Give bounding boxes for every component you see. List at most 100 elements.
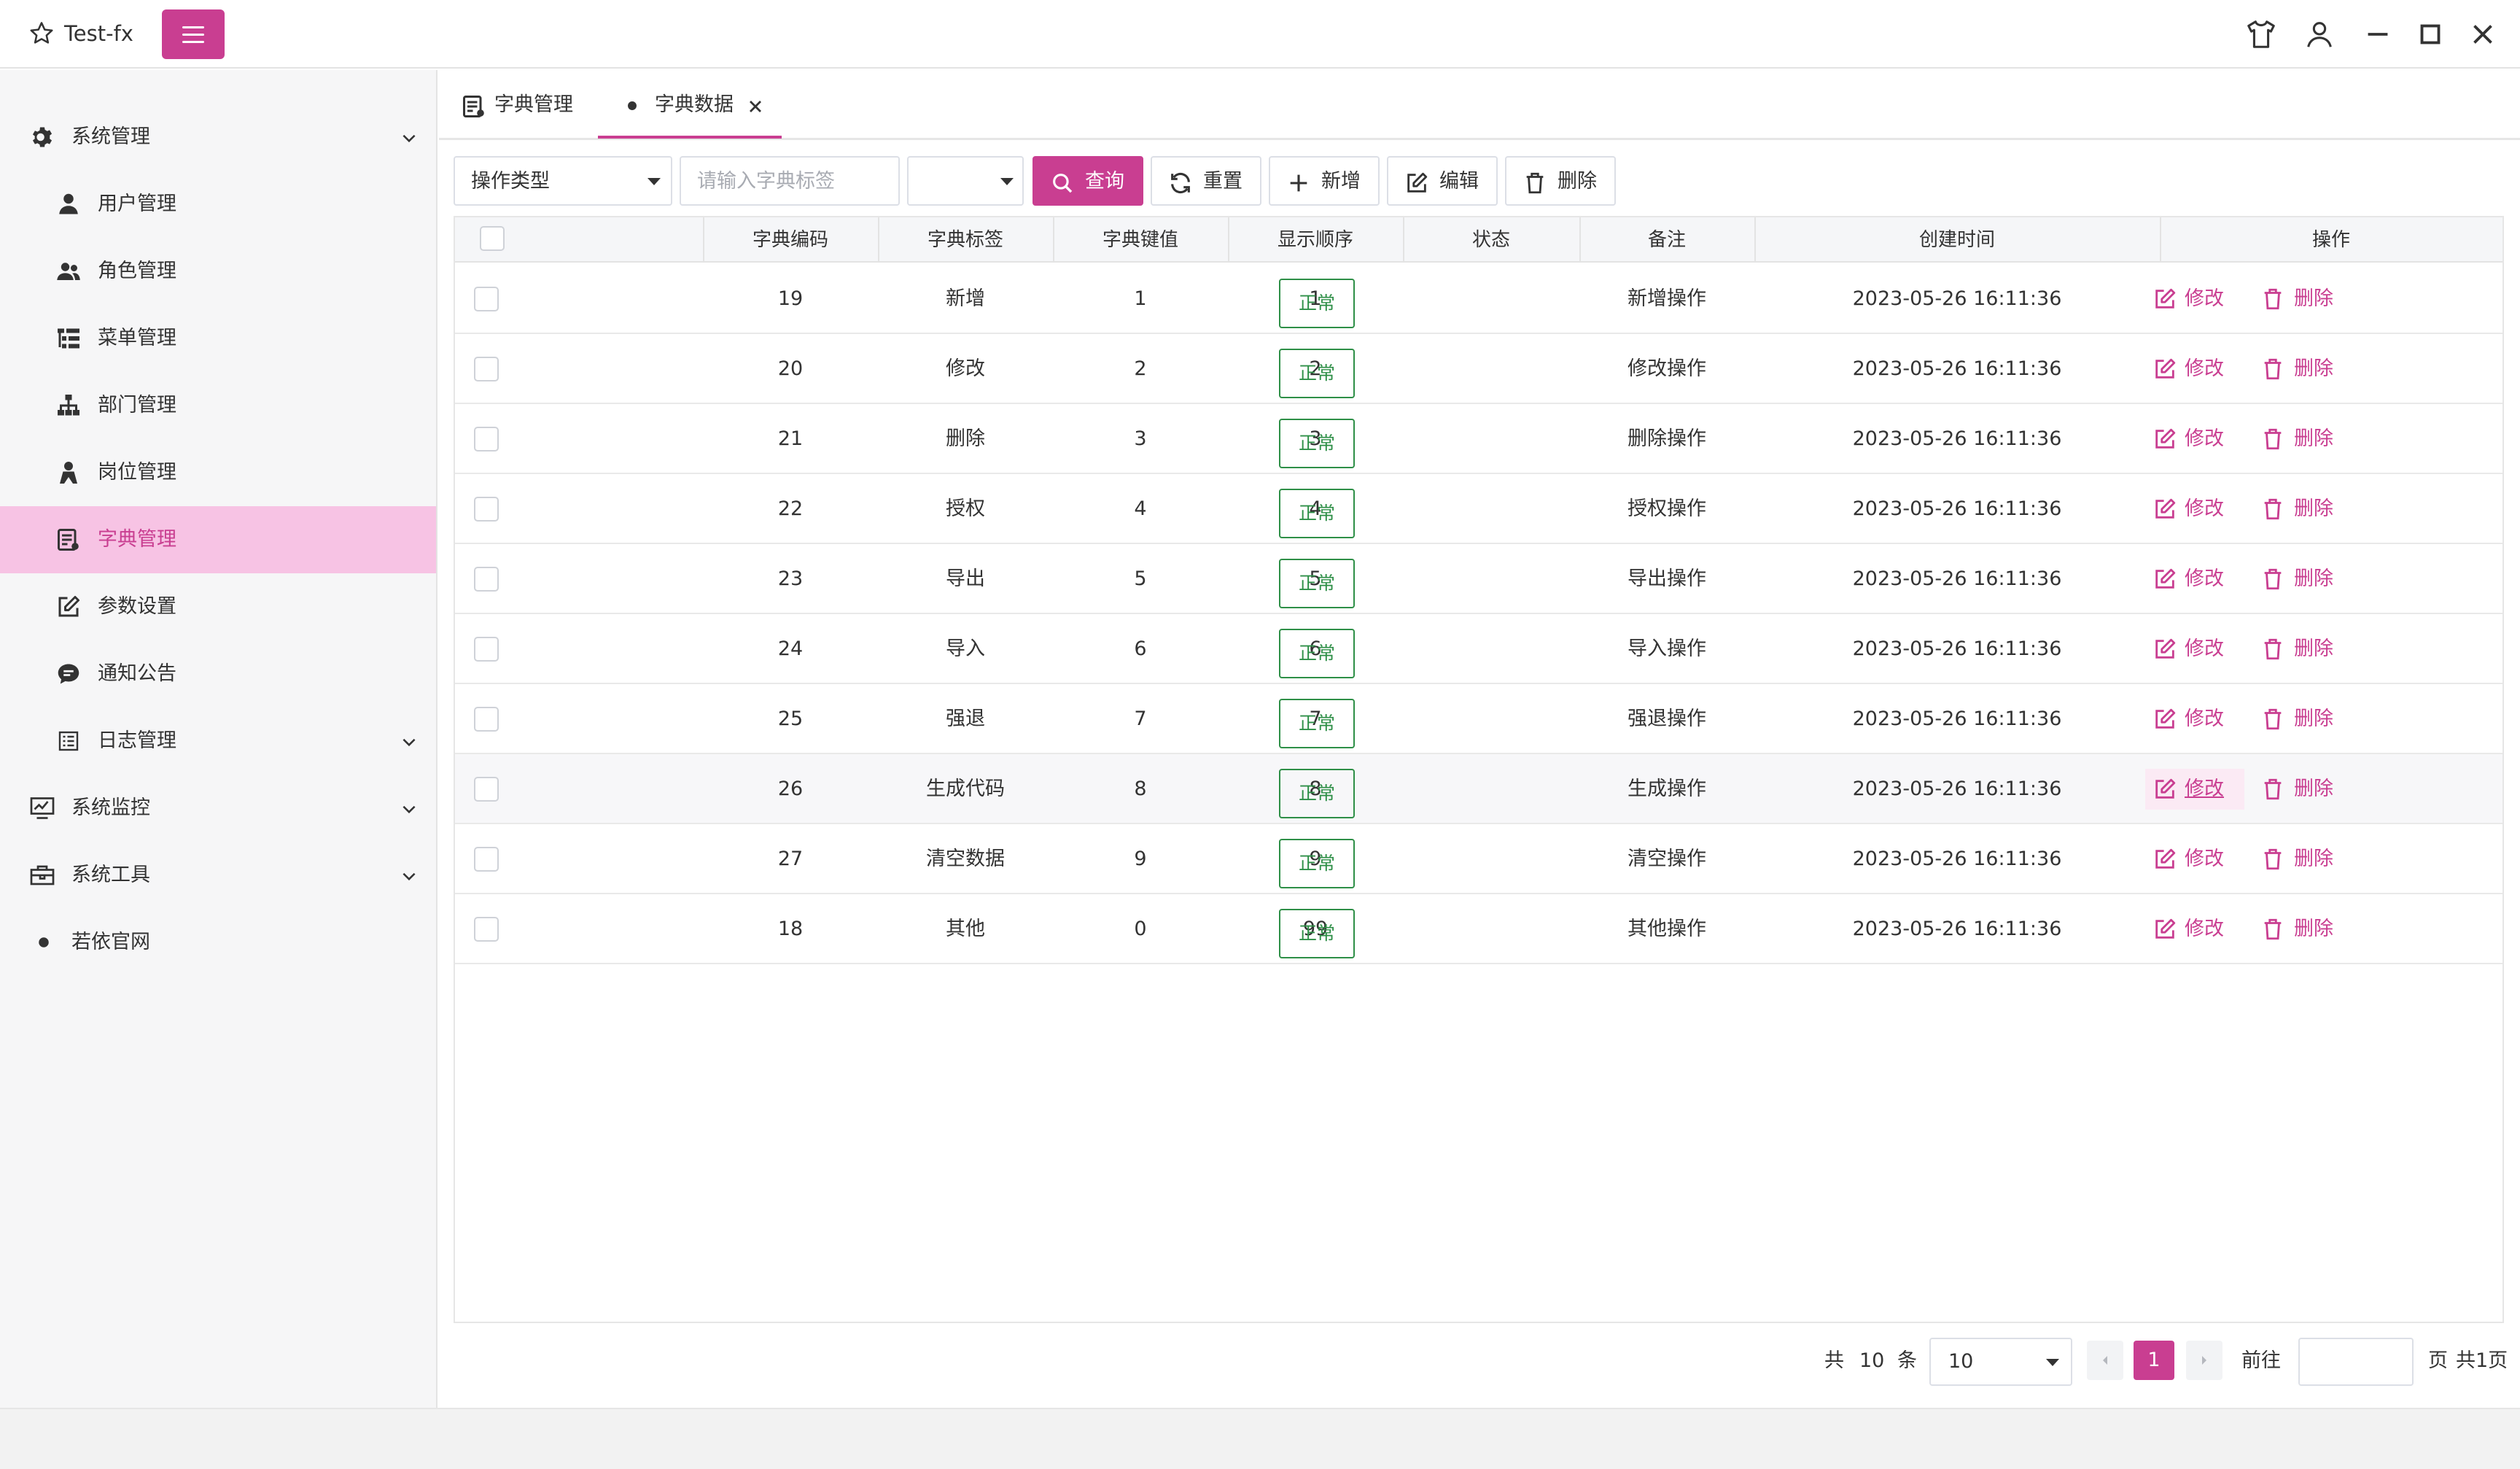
column-header-remark[interactable]: 备注: [1579, 217, 1754, 263]
sidebar-item-logs[interactable]: 日志管理: [0, 708, 436, 775]
column-header-sort[interactable]: 显示顺序: [1228, 217, 1403, 263]
table-row[interactable]: 23 导出 5 5 正常 导出操作 2023-05-26 16:11:36 修改…: [455, 544, 2502, 614]
column-header-value[interactable]: 字典键值: [1053, 217, 1228, 263]
row-delete-link[interactable]: 删除: [2260, 769, 2348, 810]
row-edit-link[interactable]: 修改: [2145, 419, 2244, 460]
tab-label: 字典管理: [494, 93, 573, 116]
row-checkbox[interactable]: [474, 357, 499, 381]
user-profile-icon[interactable]: [2303, 18, 2336, 51]
dropdown-caret-icon: [648, 178, 661, 185]
row-edit-link[interactable]: 修改: [2145, 349, 2244, 389]
sidebar-item-departments[interactable]: 部门管理: [0, 372, 436, 439]
add-button[interactable]: 新增: [1269, 156, 1380, 206]
row-edit-link[interactable]: 修改: [2145, 699, 2244, 740]
minimize-icon[interactable]: [2361, 18, 2395, 51]
edit-icon: [2155, 358, 2176, 379]
table-row[interactable]: 22 授权 4 4 正常 授权操作 2023-05-26 16:11:36 修改…: [455, 474, 2502, 544]
page-size-select[interactable]: 10: [1929, 1338, 2072, 1386]
row-edit-label: 修改: [2185, 918, 2224, 940]
menu-toggle-button[interactable]: [162, 9, 225, 59]
row-delete-link[interactable]: 删除: [2260, 279, 2348, 319]
column-header-code[interactable]: 字典编码: [703, 217, 878, 263]
table-row[interactable]: 18 其他 0 99 正常 其他操作 2023-05-26 16:11:36 修…: [455, 894, 2502, 964]
row-delete-link[interactable]: 删除: [2260, 559, 2348, 600]
maximize-icon[interactable]: [2414, 18, 2447, 51]
sidebar-item-system-management[interactable]: 系统管理: [0, 104, 436, 171]
status-badge: 正常: [1279, 279, 1355, 328]
table-row[interactable]: 25 强退 7 7 正常 强退操作 2023-05-26 16:11:36 修改…: [455, 684, 2502, 754]
row-checkbox[interactable]: [474, 637, 499, 662]
close-tab-icon[interactable]: [745, 96, 766, 117]
edit-icon: [2155, 778, 2176, 799]
row-delete-link[interactable]: 删除: [2260, 349, 2348, 389]
status-badge: 正常: [1279, 559, 1355, 608]
row-checkbox[interactable]: [474, 287, 499, 311]
operation-type-select[interactable]: 操作类型: [454, 156, 672, 206]
shirt-theme-icon[interactable]: [2244, 18, 2278, 51]
row-delete-link[interactable]: 删除: [2260, 629, 2348, 670]
reset-button-label: 重置: [1203, 170, 1242, 193]
row-delete-link[interactable]: 删除: [2260, 839, 2348, 880]
sidebar-item-website[interactable]: 若依官网: [0, 909, 436, 976]
search-button[interactable]: 查询: [1032, 156, 1143, 206]
table-row[interactable]: 21 删除 3 3 正常 删除操作 2023-05-26 16:11:36 修改…: [455, 404, 2502, 474]
sidebar-item-menus[interactable]: 菜单管理: [0, 305, 436, 372]
star-icon: [30, 22, 53, 44]
tab-dictionary-management[interactable]: 字典管理: [454, 70, 585, 140]
sidebar-item-tools[interactable]: 系统工具: [0, 842, 436, 909]
row-checkbox[interactable]: [474, 707, 499, 732]
row-checkbox[interactable]: [474, 847, 499, 872]
row-edit-link[interactable]: 修改: [2145, 839, 2244, 880]
sidebar-item-settings[interactable]: 参数设置: [0, 573, 436, 640]
row-delete-link[interactable]: 删除: [2260, 909, 2348, 950]
row-edit-label: 修改: [2185, 567, 2224, 590]
table-row[interactable]: 27 清空数据 9 9 正常 清空操作 2023-05-26 16:11:36 …: [455, 824, 2502, 894]
sidebar-item-dictionary[interactable]: 字典管理: [0, 506, 436, 573]
dict-label-input[interactable]: 请输入字典标签: [680, 156, 900, 206]
row-checkbox[interactable]: [474, 777, 499, 802]
goto-page-input[interactable]: [2298, 1338, 2414, 1386]
next-page-button[interactable]: [2186, 1341, 2222, 1380]
page-number-current[interactable]: 1: [2134, 1341, 2174, 1380]
sidebar-item-label: 岗位管理: [98, 461, 176, 484]
delete-button[interactable]: 删除: [1505, 156, 1616, 206]
table-row[interactable]: 26 生成代码 8 8 正常 生成操作 2023-05-26 16:11:36 …: [455, 754, 2502, 824]
page-suffix: 页: [2428, 1349, 2448, 1372]
monitor-icon: [30, 797, 55, 819]
row-edit-link[interactable]: 修改: [2145, 489, 2244, 530]
row-checkbox[interactable]: [474, 497, 499, 522]
column-header-created-time[interactable]: 创建时间: [1754, 217, 2160, 263]
sidebar-item-posts[interactable]: 岗位管理: [0, 439, 436, 506]
sidebar-item-users[interactable]: 用户管理: [0, 171, 436, 238]
prev-page-button[interactable]: [2087, 1341, 2123, 1380]
row-delete-link[interactable]: 删除: [2260, 699, 2348, 740]
sidebar-item-notices[interactable]: 通知公告: [0, 640, 436, 708]
row-edit-link[interactable]: 修改: [2145, 559, 2244, 600]
cell-label: 导出: [946, 567, 985, 590]
close-window-icon[interactable]: [2466, 18, 2500, 51]
row-edit-link[interactable]: 修改: [2145, 769, 2244, 810]
row-edit-link[interactable]: 修改: [2145, 909, 2244, 950]
edit-icon: [2155, 848, 2176, 869]
row-checkbox[interactable]: [474, 567, 499, 592]
column-header-status[interactable]: 状态: [1403, 217, 1579, 263]
row-checkbox[interactable]: [474, 917, 499, 942]
select-all-checkbox[interactable]: [480, 226, 505, 251]
row-edit-link[interactable]: 修改: [2145, 629, 2244, 670]
row-checkbox[interactable]: [474, 427, 499, 451]
status-select[interactable]: [907, 156, 1024, 206]
sidebar-item-roles[interactable]: 角色管理: [0, 238, 436, 305]
tab-dictionary-data[interactable]: 字典数据: [614, 70, 782, 140]
row-delete-link[interactable]: 删除: [2260, 419, 2348, 460]
row-delete-label: 删除: [2294, 708, 2333, 730]
edit-button[interactable]: 编辑: [1387, 156, 1498, 206]
table-row[interactable]: 19 新增 1 1 正常 新增操作 2023-05-26 16:11:36 修改…: [455, 264, 2502, 334]
sidebar-item-label: 菜单管理: [98, 327, 176, 349]
row-edit-link[interactable]: 修改: [2145, 279, 2244, 319]
reset-button[interactable]: 重置: [1151, 156, 1261, 206]
table-row[interactable]: 24 导入 6 6 正常 导入操作 2023-05-26 16:11:36 修改…: [455, 614, 2502, 684]
sidebar-item-monitoring[interactable]: 系统监控: [0, 775, 436, 842]
column-header-label[interactable]: 字典标签: [878, 217, 1053, 263]
row-delete-link[interactable]: 删除: [2260, 489, 2348, 530]
table-row[interactable]: 20 修改 2 2 正常 修改操作 2023-05-26 16:11:36 修改…: [455, 334, 2502, 404]
